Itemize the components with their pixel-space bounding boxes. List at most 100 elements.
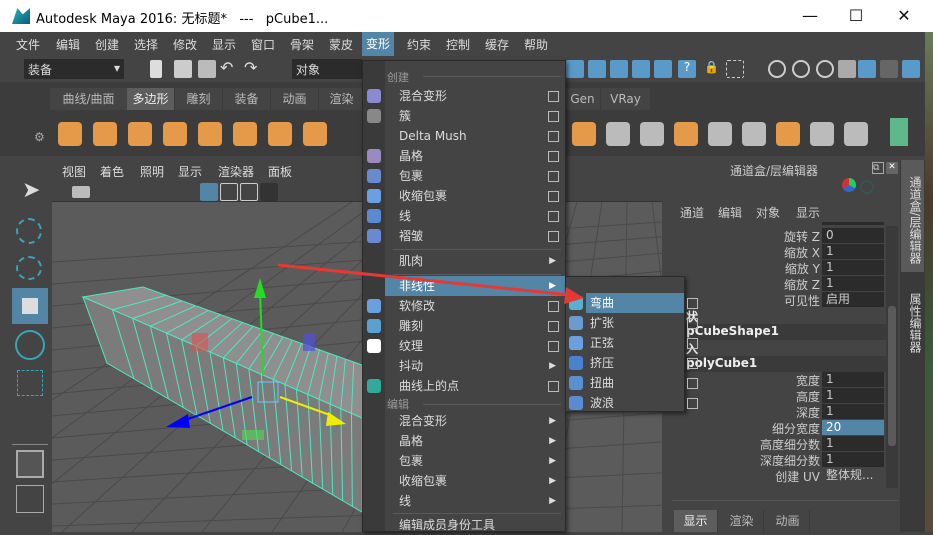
float-panel-icon[interactable]: ⧉ xyxy=(872,162,884,174)
menu-item-2[interactable]: Delta Mush xyxy=(385,126,565,146)
lasso-tool-icon[interactable] xyxy=(16,218,42,244)
select-icon[interactable] xyxy=(726,60,744,78)
mode-dropdown[interactable]: 装备 ▾ xyxy=(24,59,124,79)
bottom-tab-1[interactable]: 渲染 xyxy=(720,510,764,532)
close-button[interactable]: ✕ xyxy=(884,4,924,28)
submenu-item-1[interactable]: 扩张 xyxy=(586,313,698,333)
menu-3[interactable]: 选择 xyxy=(134,36,158,53)
insert-loop-icon[interactable] xyxy=(742,122,766,146)
scale-tool-icon[interactable] xyxy=(17,370,43,396)
gear-icon[interactable]: ⚙ xyxy=(34,130,45,144)
option-box-icon[interactable] xyxy=(548,111,559,122)
channel-row[interactable]: 缩放 Y1 xyxy=(668,260,886,276)
menu-0[interactable]: 文件 xyxy=(16,36,40,53)
menu-item-1[interactable]: 簇 xyxy=(385,106,565,126)
tab-attribute-editor[interactable]: 属性编辑器 xyxy=(901,274,924,364)
channel-row[interactable]: 深度 1 xyxy=(668,404,886,420)
input-header[interactable]: 入 xyxy=(668,340,886,356)
channel-value[interactable]: 1 xyxy=(822,436,884,451)
poly-plane-icon[interactable] xyxy=(198,122,222,146)
submenu-item-2[interactable]: 正弦 xyxy=(586,333,698,353)
submenu-item-3[interactable]: 挤压 xyxy=(586,353,698,373)
menu-item-14[interactable]: 曲线上的点 xyxy=(385,376,565,396)
viewport-menu-1[interactable]: 着色 xyxy=(100,163,124,180)
shelf-tab-6[interactable]: Gen xyxy=(565,88,601,110)
attribute-editor-toggle-icon[interactable] xyxy=(858,60,876,78)
option-box-icon[interactable] xyxy=(548,151,559,162)
poly-cone-icon[interactable] xyxy=(163,122,187,146)
combine-icon[interactable] xyxy=(674,122,698,146)
paint-select-tool-icon[interactable] xyxy=(16,256,42,280)
resolution-gate-icon[interactable] xyxy=(240,183,258,201)
snap-point-icon[interactable] xyxy=(588,60,606,78)
menu-item-edit-membership-tool[interactable]: 编辑成员身份工具 xyxy=(385,515,565,535)
single-view-layout-icon[interactable] xyxy=(16,450,44,478)
poly-sphere-icon[interactable] xyxy=(58,122,82,146)
channel-row[interactable]: 创建 UV 整体规... xyxy=(668,468,886,484)
option-box-icon[interactable] xyxy=(687,358,698,369)
film-gate-icon[interactable] xyxy=(220,183,238,201)
snap-surface-icon[interactable] xyxy=(632,60,650,78)
channel-menu-2[interactable]: 对象 xyxy=(756,204,780,221)
menu-6[interactable]: 窗口 xyxy=(251,36,275,53)
submenu-item-5[interactable]: 波浪 xyxy=(586,393,698,413)
minimize-button[interactable]: — xyxy=(790,4,830,28)
edit-menu-item-2[interactable]: 包裹 ▶ xyxy=(385,451,565,471)
maximize-button[interactable]: ☐ xyxy=(836,4,876,28)
menu-8[interactable]: 蒙皮 xyxy=(329,36,353,53)
snap-curve-icon[interactable] xyxy=(566,60,584,78)
channel-menu-0[interactable]: 通道 xyxy=(680,204,704,221)
shelf-tab-2[interactable]: 雕刻 xyxy=(175,88,223,110)
channel-row[interactable]: 深度细分数 1 xyxy=(668,452,886,468)
poly-cylinder-icon[interactable] xyxy=(128,122,152,146)
option-box-icon[interactable] xyxy=(548,131,559,142)
channel-value[interactable]: 20 xyxy=(822,420,884,435)
bridge-icon[interactable] xyxy=(640,122,664,146)
channel-row[interactable]: 宽度 1 xyxy=(668,372,886,388)
tool-settings-icon[interactable] xyxy=(880,60,898,78)
render-icon[interactable] xyxy=(654,60,672,78)
bevel-icon[interactable] xyxy=(572,122,596,146)
snap-view-icon[interactable] xyxy=(610,60,628,78)
option-box-icon[interactable] xyxy=(548,321,559,332)
menu-5[interactable]: 显示 xyxy=(212,36,236,53)
menu-10[interactable]: 约束 xyxy=(407,36,431,53)
poly-cube-icon[interactable] xyxy=(93,122,117,146)
option-box-icon[interactable] xyxy=(548,191,559,202)
menu-item-10[interactable]: 软修改 xyxy=(385,296,565,316)
bottom-tab-0[interactable]: 显示 xyxy=(674,510,718,532)
option-box-icon[interactable] xyxy=(687,298,698,309)
option-box-icon[interactable] xyxy=(687,338,698,349)
select-tool-icon[interactable]: ➤ xyxy=(22,178,40,203)
channel-value[interactable]: 0 xyxy=(822,228,884,243)
magnet-curve-icon[interactable] xyxy=(792,60,810,78)
menu-item-11[interactable]: 雕刻 xyxy=(385,316,565,336)
live-surface-icon[interactable] xyxy=(838,60,856,78)
viewport-menu-2[interactable]: 照明 xyxy=(140,163,164,180)
menu-item-6[interactable]: 线 xyxy=(385,206,565,226)
edit-menu-item-3[interactable]: 收缩包裹 ▶ xyxy=(385,471,565,491)
menu-item-9[interactable]: 非线性 ▶ xyxy=(385,276,565,296)
split-icon[interactable] xyxy=(844,122,868,146)
channel-value[interactable]: 1 xyxy=(822,452,884,467)
bottom-tab-2[interactable]: 动画 xyxy=(766,510,810,532)
shelf-tab-4[interactable]: 动画 xyxy=(271,88,319,110)
option-box-icon[interactable] xyxy=(548,301,559,312)
menu-item-13[interactable]: 抖动 ▶ xyxy=(385,356,565,376)
four-view-layout-icon[interactable] xyxy=(16,485,44,513)
poly-pyramid-icon[interactable] xyxy=(268,122,292,146)
menu-item-8[interactable]: 肌肉 ▶ xyxy=(385,251,565,271)
option-box-icon[interactable] xyxy=(687,378,698,389)
new-scene-icon[interactable] xyxy=(150,60,162,78)
option-box-icon[interactable] xyxy=(687,318,698,329)
menu-item-7[interactable]: 褶皱 xyxy=(385,226,565,246)
menu-item-4[interactable]: 包裹 xyxy=(385,166,565,186)
viewport-menu-3[interactable]: 显示 xyxy=(178,163,202,180)
rotate-tool-icon[interactable] xyxy=(15,330,45,360)
close-panel-icon[interactable]: ✕ xyxy=(886,162,898,174)
menu-item-0[interactable]: 混合变形 xyxy=(385,86,565,106)
channel-menu-3[interactable]: 显示 xyxy=(796,204,820,221)
menu-1[interactable]: 编辑 xyxy=(56,36,80,53)
submenu-item-4[interactable]: 扭曲 xyxy=(586,373,698,393)
poly-pipe-icon[interactable] xyxy=(303,122,327,146)
